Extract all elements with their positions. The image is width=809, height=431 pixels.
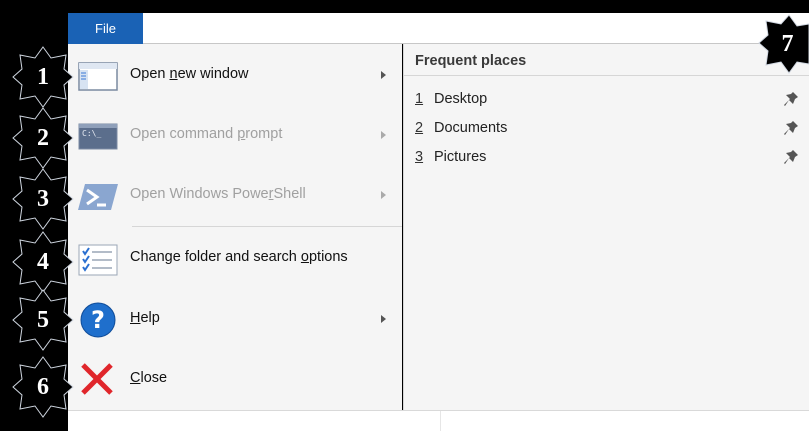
menu-divider <box>132 226 402 227</box>
explorer-file-menu-screenshot: File Open new window C:\_ Open command p… <box>0 0 809 431</box>
callout-badge-4: 4 <box>12 231 74 293</box>
menu-item-change-folder-and-search-options[interactable]: Change folder and search options <box>68 230 402 288</box>
frequent-places-divider <box>404 75 809 76</box>
menu-item-label: Open command prompt <box>130 126 283 142</box>
command-prompt-icon-text: C:\_ <box>82 129 102 138</box>
callout-badge-6: 6 <box>12 356 74 418</box>
help-icon: ? <box>78 302 118 338</box>
submenu-arrow-icon <box>381 131 386 139</box>
pin-icon[interactable] <box>784 120 802 136</box>
menu-item-open-new-window[interactable]: Open new window <box>68 47 402 105</box>
frequent-place-desktop[interactable]: 1 Desktop <box>404 86 809 112</box>
command-prompt-icon: C:\_ <box>78 121 118 153</box>
close-icon <box>78 363 118 397</box>
place-name: Pictures <box>434 149 487 165</box>
submenu-arrow-icon <box>381 315 386 323</box>
callout-badge-5: 5 <box>12 289 74 351</box>
menu-item-label: Open Windows PowerShell <box>130 186 306 202</box>
callout-badge-3: 3 <box>12 168 74 230</box>
callout-badge-7: 7 <box>758 14 809 74</box>
frequent-places-heading: Frequent places <box>415 53 527 69</box>
pane-separator <box>440 411 441 431</box>
submenu-arrow-icon <box>381 71 386 79</box>
menu-item-label: Close <box>130 370 168 386</box>
callout-badge-2: 2 <box>12 107 74 169</box>
menu-item-label: Help <box>130 310 160 326</box>
pin-icon[interactable] <box>784 149 802 165</box>
menu-item-label: Change folder and search options <box>130 249 348 265</box>
menu-item-label: Open new window <box>130 66 249 82</box>
help-icon-glyph: ? <box>91 306 105 334</box>
place-number: 1 <box>415 91 424 107</box>
window-content-below-menu <box>68 410 809 431</box>
menu-item-open-windows-powershell[interactable]: Open Windows PowerShell <box>68 167 402 225</box>
submenu-arrow-icon <box>381 191 386 199</box>
pin-icon[interactable] <box>784 91 802 107</box>
frequent-place-documents[interactable]: 2 Documents <box>404 115 809 141</box>
menu-item-close[interactable]: Close <box>68 351 402 409</box>
place-name: Desktop <box>434 91 488 107</box>
menu-item-open-command-prompt[interactable]: C:\_ Open command prompt <box>68 107 402 165</box>
file-tab[interactable]: File <box>68 13 143 44</box>
frequent-place-pictures[interactable]: 3 Pictures <box>404 144 809 170</box>
powershell-icon <box>78 181 118 213</box>
folder-options-icon <box>78 244 118 276</box>
callout-badge-1: 1 <box>12 46 74 108</box>
new-window-icon <box>78 61 118 93</box>
place-number: 2 <box>415 120 424 136</box>
menu-item-help[interactable]: ? Help <box>68 291 402 349</box>
place-name: Documents <box>434 120 508 136</box>
place-number: 3 <box>415 149 424 165</box>
ribbon-tab-bar <box>68 13 809 44</box>
